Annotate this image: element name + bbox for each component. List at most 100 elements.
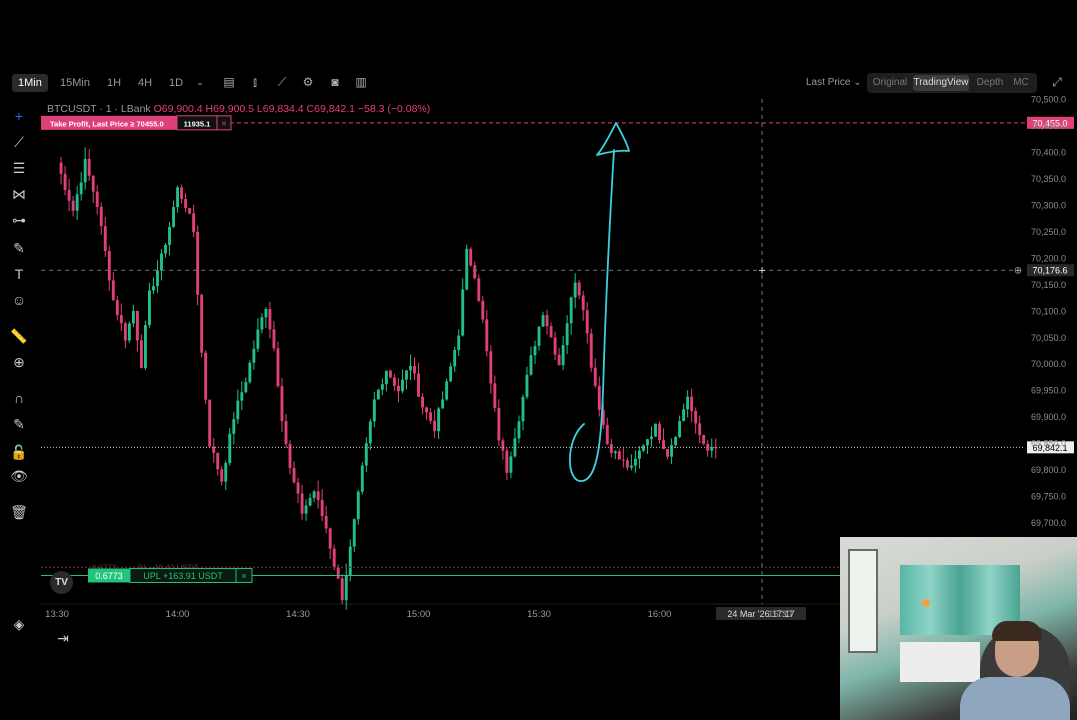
y-tick-label: 70,300.0 <box>1031 200 1066 210</box>
candle-body <box>585 310 589 334</box>
candle-body <box>272 329 276 349</box>
webcam-hair <box>992 621 1042 641</box>
candle-body <box>115 300 119 316</box>
candle-body <box>280 386 284 421</box>
y-tick-label: 69,700.0 <box>1031 518 1066 528</box>
candle-body <box>196 231 200 295</box>
candle-body <box>340 578 344 601</box>
candle-body <box>87 158 91 176</box>
crosshair-price-label: 70,176.6 <box>1032 266 1067 276</box>
y-tick-label: 69,950.0 <box>1031 386 1066 396</box>
candle-body <box>646 439 649 446</box>
candle-body <box>380 384 384 390</box>
candle-body <box>119 315 123 324</box>
candle-body <box>248 362 252 383</box>
candle-body <box>384 370 388 385</box>
y-tick-label: 69,850.0 <box>1031 439 1066 449</box>
candle-body <box>216 452 220 470</box>
candle-body <box>208 399 212 447</box>
webcam-lamp <box>922 599 930 607</box>
candle-body <box>220 469 224 482</box>
candle-body <box>264 308 268 318</box>
candle-body <box>336 567 340 579</box>
candle-body <box>376 389 380 400</box>
candle-body <box>658 423 661 441</box>
candle-body <box>200 294 204 353</box>
candle-body <box>127 323 131 341</box>
candle-body <box>308 497 312 506</box>
candle-body <box>437 408 441 432</box>
candle-body <box>135 310 139 341</box>
candle-body <box>690 396 694 412</box>
candle-body <box>276 348 280 387</box>
candle-body <box>360 465 364 492</box>
candle-body <box>388 370 392 378</box>
y-tick-label: 70,150.0 <box>1031 280 1066 290</box>
candle-body <box>629 465 633 468</box>
candle-body <box>429 412 433 421</box>
candle-body <box>613 451 617 454</box>
position-close-icon: × <box>241 571 246 581</box>
candle-body <box>553 337 557 355</box>
candle-body <box>525 374 529 397</box>
candle-body <box>71 200 75 211</box>
webcam-window <box>848 549 878 653</box>
candle-body <box>172 207 175 227</box>
take-profit-amount: 11935.1 <box>184 119 211 128</box>
candle-body <box>597 385 601 410</box>
candle-body <box>477 278 481 301</box>
candle-body <box>103 226 107 252</box>
candle-body <box>686 396 690 410</box>
candle-body <box>497 407 501 441</box>
take-profit-close-icon: × <box>221 118 226 128</box>
candle-body <box>541 315 545 327</box>
candle-body <box>650 436 653 440</box>
candle-body <box>111 280 115 301</box>
candle-body <box>625 460 629 468</box>
candle-body <box>573 282 577 298</box>
candle-body <box>409 365 412 371</box>
position-upl: UPL +163.91 USDT <box>143 571 223 581</box>
candle-body <box>204 352 208 400</box>
candle-body <box>152 286 155 291</box>
x-tick-label: 15:30 <box>527 609 551 620</box>
webcam-shirt <box>960 677 1070 720</box>
candle-body <box>654 423 657 437</box>
candle-body <box>67 190 71 201</box>
candle-body <box>368 421 372 444</box>
candle-body <box>581 295 585 311</box>
candle-body <box>392 377 396 386</box>
candle-body <box>256 329 260 349</box>
candle-body <box>605 424 609 444</box>
candle-body <box>453 349 457 367</box>
candle-body <box>268 308 272 330</box>
candle-body <box>433 420 437 432</box>
candle-body <box>674 437 678 446</box>
candle-body <box>493 383 497 408</box>
candle-body <box>569 297 573 324</box>
candle-body <box>75 194 79 211</box>
y-tick-label: 69,900.0 <box>1031 412 1066 422</box>
candle-body <box>670 445 674 457</box>
candle-body <box>633 458 637 466</box>
candle-body <box>469 248 473 266</box>
candle-body <box>465 248 469 290</box>
candle-body <box>589 333 593 368</box>
candle-body <box>352 519 356 547</box>
candle-body <box>224 463 228 482</box>
candle-body <box>425 407 429 413</box>
candle-body <box>131 310 135 324</box>
candle-body <box>401 379 404 392</box>
candle-body <box>481 300 485 320</box>
candle-body <box>364 443 368 466</box>
candle-body <box>324 515 328 529</box>
candle-body <box>83 158 87 183</box>
candle-body <box>91 175 95 192</box>
candle-body <box>609 443 613 454</box>
candle-body <box>260 317 264 330</box>
candle-body <box>449 366 453 382</box>
candle-body <box>232 419 236 434</box>
candle-body <box>107 251 111 281</box>
candle-body <box>320 499 324 516</box>
webcam-overlay <box>840 537 1077 720</box>
